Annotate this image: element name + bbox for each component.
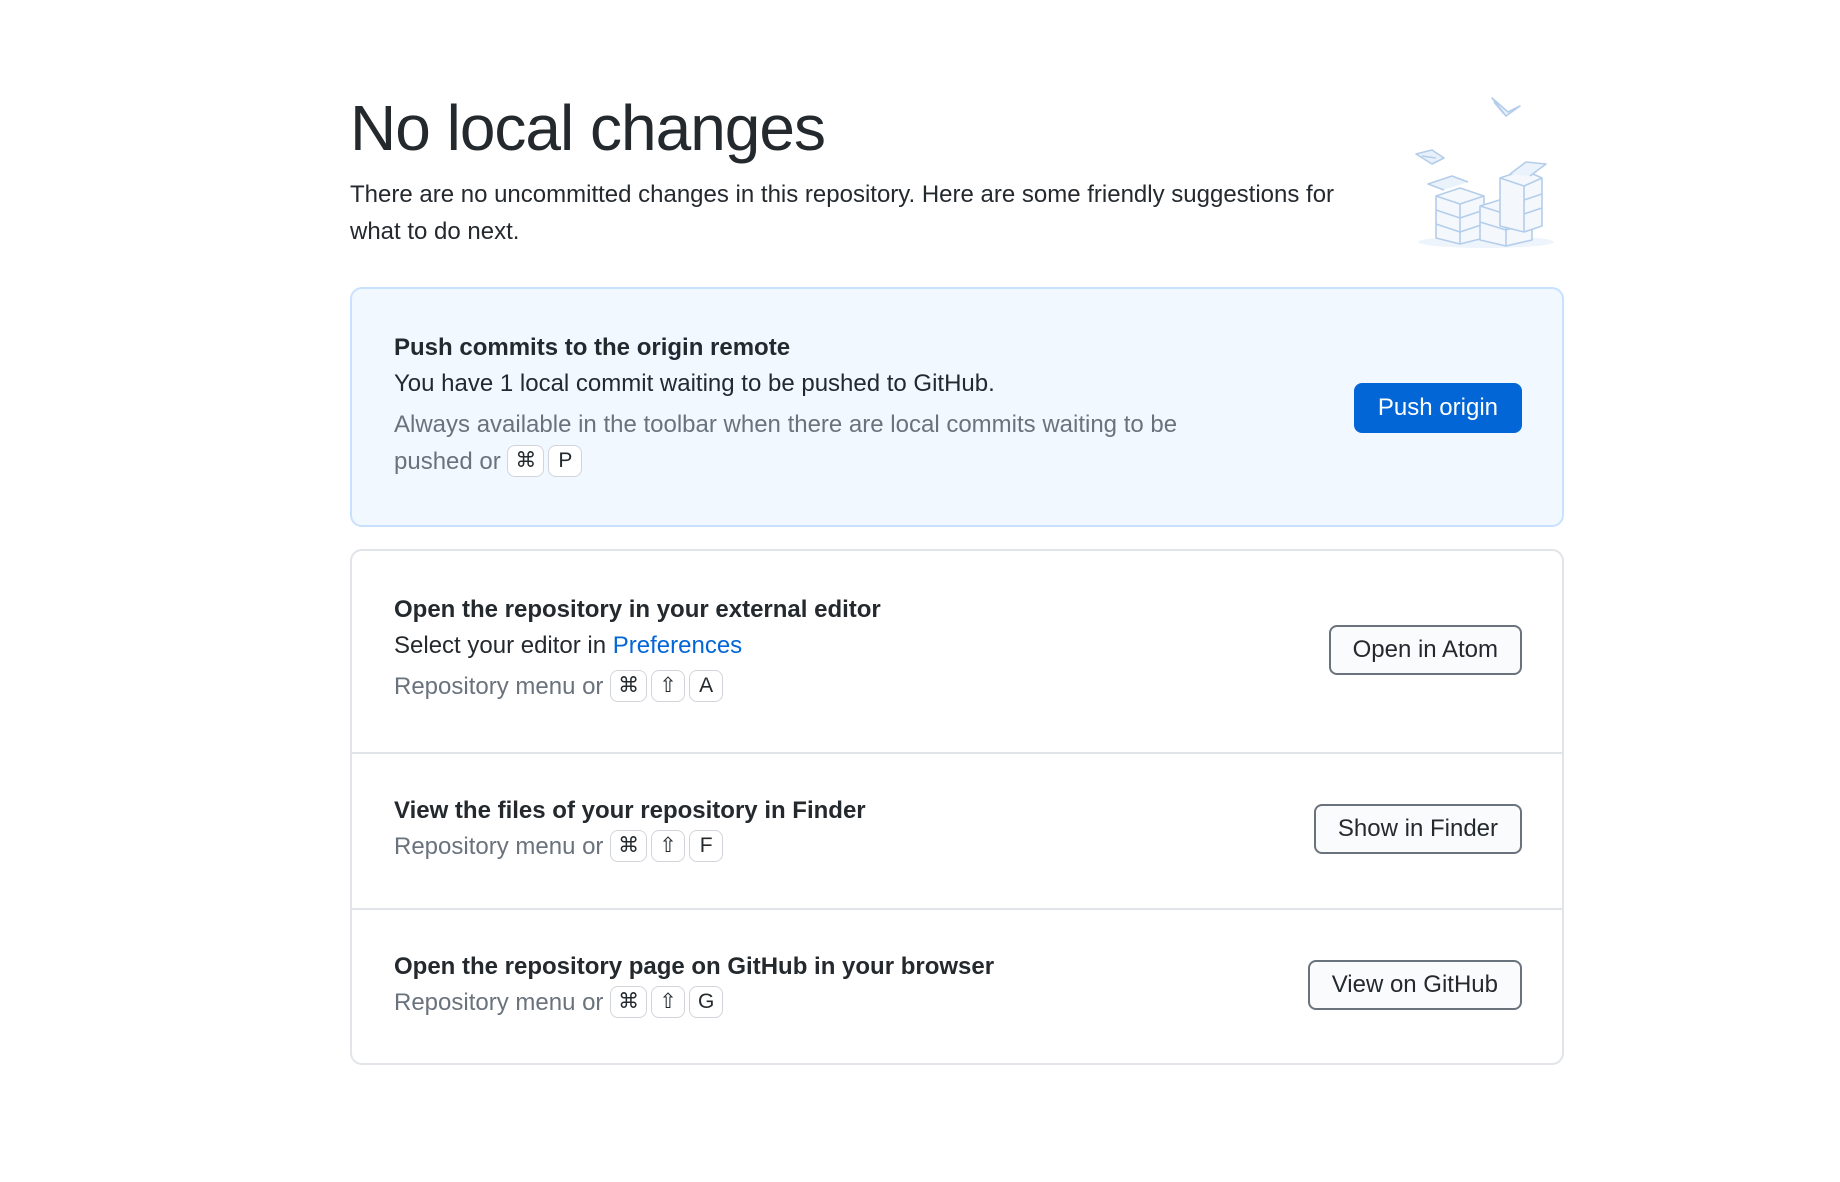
page-title: No local changes (350, 92, 826, 164)
open-in-atom-button[interactable]: Open in Atom (1328, 625, 1522, 675)
finder-title: View the files of your repository in Fin… (394, 797, 866, 824)
editor-suggestion: Open the repository in your external edi… (352, 551, 1562, 752)
suggestions-card: Open the repository in your external edi… (350, 549, 1564, 1065)
push-origin-button[interactable]: Push origin (1353, 383, 1522, 433)
finder-hint: Repository menu or ⌘ ⇧ F (394, 828, 727, 865)
shift-key: ⇧ (651, 669, 686, 702)
push-hint: Always available in the toolbar when the… (394, 406, 1254, 480)
finder-suggestion: View the files of your repository in Fin… (352, 752, 1562, 908)
editor-description-text: Select your editor in (394, 632, 613, 659)
editor-title: Open the repository in your external edi… (394, 596, 881, 623)
preferences-link[interactable]: Preferences (613, 632, 742, 659)
command-key: ⌘ (610, 669, 648, 702)
github-title: Open the repository page on GitHub in yo… (394, 953, 995, 980)
editor-hint-text: Repository menu or (394, 673, 604, 700)
editor-hint: Repository menu or ⌘ ⇧ A (394, 668, 727, 705)
header: No local changes There are no uncommitte… (350, 90, 1564, 260)
github-hint-text: Repository menu or (394, 989, 604, 1016)
push-title: Push commits to the origin remote (394, 334, 791, 361)
github-suggestion: Open the repository page on GitHub in yo… (352, 908, 1562, 1063)
page-subtitle: There are no uncommitted changes in this… (350, 181, 1335, 245)
a-key: A (689, 669, 724, 702)
push-suggestion-card: Push commits to the origin remote You ha… (350, 287, 1564, 527)
p-key: P (548, 444, 583, 477)
command-key: ⌘ (507, 444, 545, 477)
command-key: ⌘ (610, 829, 648, 862)
no-changes-page: No local changes There are no uncommitte… (350, 0, 1564, 1182)
shift-key: ⇧ (651, 829, 686, 862)
finder-hint-text: Repository menu or (394, 833, 604, 860)
show-in-finder-button[interactable]: Show in Finder (1313, 804, 1522, 854)
boxes-illustration-icon (1415, 97, 1554, 248)
editor-description: Select your editor in Preferences (394, 629, 742, 663)
push-description: You have 1 local commit waiting to be pu… (394, 370, 995, 397)
f-key: F (689, 829, 724, 862)
g-key: G (689, 985, 724, 1018)
shift-key: ⇧ (651, 985, 686, 1018)
view-on-github-button[interactable]: View on GitHub (1307, 960, 1522, 1010)
github-hint: Repository menu or ⌘ ⇧ G (394, 984, 727, 1021)
command-key: ⌘ (610, 985, 648, 1018)
